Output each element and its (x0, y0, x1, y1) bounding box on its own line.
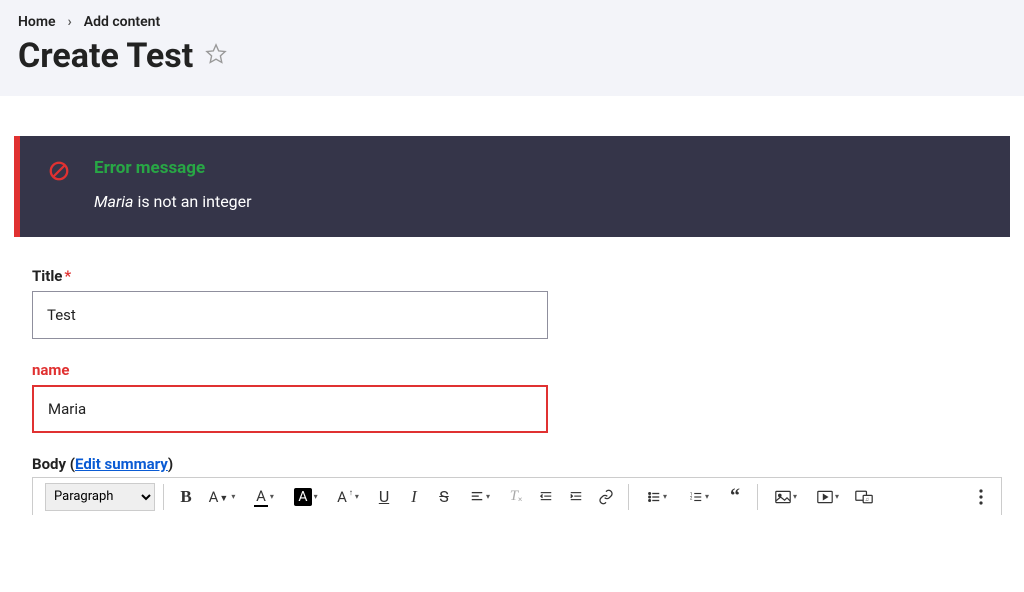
name-field: name (32, 361, 570, 433)
form-area: Title* name Body (Edit summary) (0, 267, 570, 473)
font-size-button[interactable]: A▼▾ (202, 483, 242, 511)
error-value: Maria (94, 192, 133, 211)
strikethrough-button[interactable]: S (430, 483, 458, 511)
star-icon[interactable] (205, 43, 227, 69)
page-title-row: Create Test (18, 36, 1006, 76)
body-label-row: Body (Edit summary) (32, 455, 570, 473)
title-input[interactable] (32, 291, 548, 339)
toolbar-sep (628, 484, 629, 510)
body-label-prefix: Body ( (32, 455, 75, 473)
error-heading: Error message (94, 158, 252, 178)
underline-button[interactable]: U (370, 483, 398, 511)
body-label-suffix: ) (168, 455, 173, 473)
name-label: name (32, 361, 570, 379)
numbered-list-button[interactable]: 12 ▾ (679, 483, 719, 511)
error-content: Error message Maria is not an integer (94, 158, 252, 211)
embed-button[interactable]: ♫ (850, 483, 878, 511)
page-body: Error message Maria is not an integer Ti… (0, 96, 1024, 515)
paragraph-style-select[interactable]: Paragraph (45, 483, 155, 511)
required-mark: * (64, 267, 71, 285)
breadcrumb-add-content[interactable]: Add content (84, 14, 160, 30)
clear-format-button[interactable]: T× (502, 483, 530, 511)
page-title: Create Test (18, 36, 193, 76)
error-text: Maria is not an integer (94, 192, 252, 211)
svg-text:2: 2 (690, 496, 693, 501)
indent-increase-button[interactable] (562, 483, 590, 511)
media-button[interactable]: ▾ (808, 483, 848, 511)
bold-button[interactable]: B (172, 483, 200, 511)
error-icon (48, 160, 70, 186)
error-wrap: Error message Maria is not an integer (0, 96, 1024, 267)
bullet-list-button[interactable]: ▾ (637, 483, 677, 511)
align-button[interactable]: ▾ (460, 483, 500, 511)
title-label-text: Title (32, 267, 62, 285)
error-rest: is not an integer (137, 192, 251, 211)
more-options-button[interactable] (967, 483, 995, 511)
chevron-right-icon: › (68, 14, 72, 30)
editor-toolbar: Paragraph B A▼▾ A▾ A▾ A↑▾ U I S ▾ T× (32, 477, 1002, 515)
toolbar-sep (163, 484, 164, 510)
highlight-button[interactable]: A▾ (286, 483, 326, 511)
error-message-box: Error message Maria is not an integer (14, 136, 1010, 237)
edit-summary-link[interactable]: Edit summary (75, 455, 168, 473)
font-size-inc-button[interactable]: A↑▾ (328, 483, 368, 511)
indent-decrease-button[interactable] (532, 483, 560, 511)
name-input[interactable] (32, 385, 548, 433)
svg-text:♫: ♫ (865, 497, 869, 503)
font-color-button[interactable]: A▾ (244, 483, 284, 511)
title-field: Title* (32, 267, 570, 339)
link-button[interactable] (592, 483, 620, 511)
breadcrumb-home[interactable]: Home (18, 14, 56, 30)
image-button[interactable]: ▾ (766, 483, 806, 511)
header-area: Home › Add content Create Test (0, 0, 1024, 96)
italic-button[interactable]: I (400, 483, 428, 511)
title-label: Title* (32, 267, 570, 285)
breadcrumb: Home › Add content (18, 14, 1006, 30)
toolbar-sep (757, 484, 758, 510)
quote-button[interactable]: “ (721, 483, 749, 511)
